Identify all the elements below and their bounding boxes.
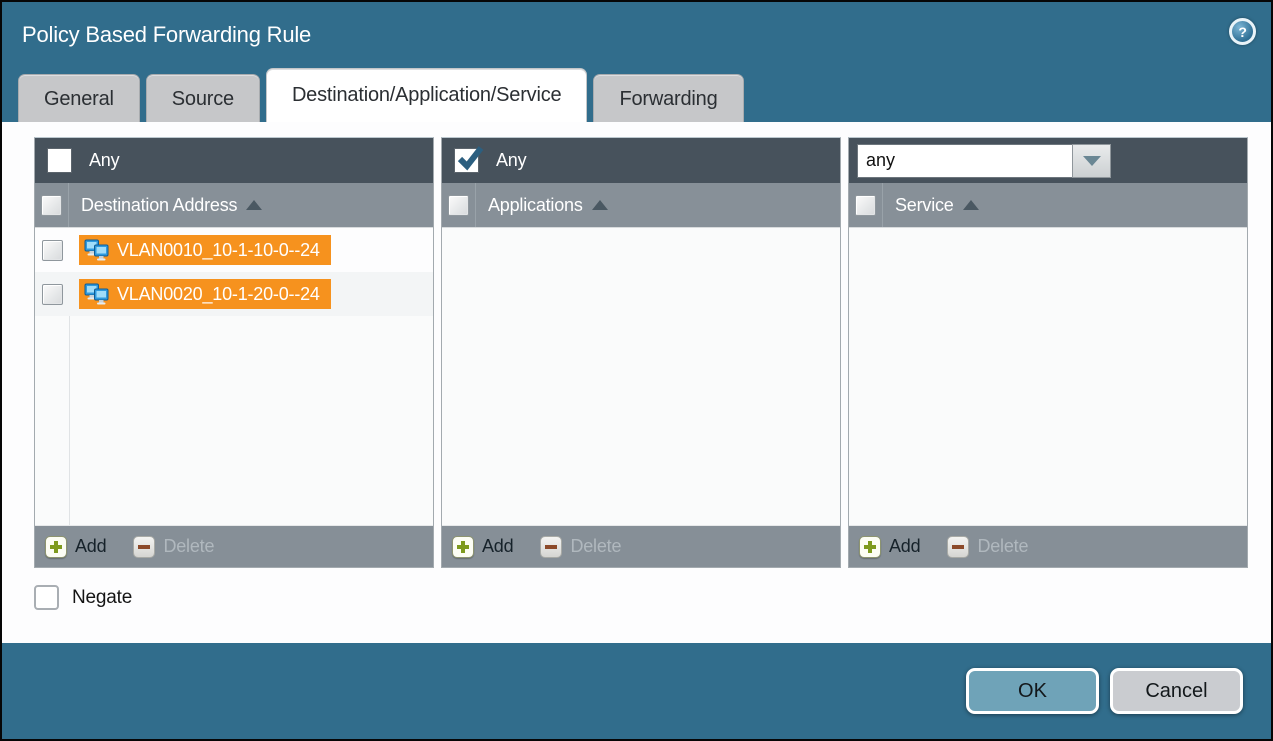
applications-any-bar: Any (442, 138, 840, 183)
cancel-button[interactable]: Cancel (1110, 668, 1243, 714)
applications-add-button[interactable]: Add (452, 536, 513, 558)
destination-any-bar: Any (35, 138, 433, 183)
destination-panel: Any Destination Address (34, 137, 434, 568)
applications-subheader: Applications (442, 183, 840, 228)
address-object-pill[interactable]: VLAN0020_10-1-20-0--24 (79, 279, 331, 309)
address-object-pill[interactable]: VLAN0010_10-1-10-0--24 (79, 235, 331, 265)
check-icon (456, 144, 484, 172)
policy-based-forwarding-dialog: Policy Based Forwarding Rule ? General S… (0, 0, 1273, 741)
tab-source[interactable]: Source (146, 74, 260, 122)
applications-any-checkbox[interactable] (454, 148, 479, 173)
service-combobox (857, 144, 1111, 178)
tab-bar: General Source Destination/Application/S… (2, 68, 1271, 122)
columns-container: Any Destination Address (34, 137, 1248, 568)
row-checkbox[interactable] (42, 284, 63, 305)
applications-panel: Any Applications Add Delete (441, 137, 841, 568)
destination-any-label: Any (89, 150, 119, 171)
destination-add-button[interactable]: Add (45, 536, 106, 558)
destination-column-header[interactable]: Destination Address (81, 195, 237, 216)
ok-button[interactable]: OK (966, 668, 1099, 714)
address-group-icon (84, 239, 109, 262)
chevron-down-icon (1083, 156, 1101, 166)
title-bar: Policy Based Forwarding Rule ? (2, 2, 1271, 68)
sort-ascending-icon[interactable] (592, 200, 608, 210)
service-toolbar: Add Delete (849, 525, 1247, 567)
service-delete-button[interactable]: Delete (947, 536, 1028, 558)
row-checkbox[interactable] (42, 240, 63, 261)
tab-content: Any Destination Address (2, 122, 1271, 643)
table-row[interactable]: VLAN0010_10-1-10-0--24 (35, 228, 433, 272)
destination-delete-button[interactable]: Delete (133, 536, 214, 558)
destination-any-checkbox[interactable] (47, 148, 72, 173)
address-group-icon (84, 283, 109, 306)
destination-list: VLAN0010_10-1-10-0--24 (35, 228, 433, 525)
service-any-bar (849, 138, 1247, 183)
tab-destination-application-service[interactable]: Destination/Application/Service (266, 68, 588, 122)
destination-toolbar: Add Delete (35, 525, 433, 567)
destination-subheader: Destination Address (35, 183, 433, 228)
applications-delete-button[interactable]: Delete (540, 536, 621, 558)
tab-forwarding[interactable]: Forwarding (593, 74, 743, 122)
service-select-all-checkbox[interactable] (855, 195, 876, 216)
service-subheader: Service (849, 183, 1247, 228)
minus-icon (133, 536, 155, 558)
minus-icon (540, 536, 562, 558)
tab-general[interactable]: General (18, 74, 140, 122)
service-dropdown-button[interactable] (1072, 144, 1111, 178)
service-list (849, 228, 1247, 525)
service-add-button[interactable]: Add (859, 536, 920, 558)
plus-icon (452, 536, 474, 558)
applications-column-header[interactable]: Applications (488, 195, 583, 216)
negate-checkbox[interactable] (34, 585, 59, 610)
table-row[interactable]: VLAN0020_10-1-20-0--24 (35, 272, 433, 316)
service-dropdown-input[interactable] (857, 144, 1072, 178)
applications-any-label: Any (496, 150, 526, 171)
sort-ascending-icon[interactable] (963, 200, 979, 210)
plus-icon (45, 536, 67, 558)
service-panel: Service Add Delete (848, 137, 1248, 568)
help-icon[interactable]: ? (1229, 18, 1256, 45)
sort-ascending-icon[interactable] (246, 200, 262, 210)
negate-row: Negate (34, 585, 1248, 610)
negate-label: Negate (72, 587, 132, 609)
applications-list (442, 228, 840, 525)
dialog-footer: OK Cancel (2, 643, 1271, 739)
service-column-header[interactable]: Service (895, 195, 954, 216)
row-label: VLAN0020_10-1-20-0--24 (117, 284, 320, 305)
destination-select-all-checkbox[interactable] (41, 195, 62, 216)
plus-icon (859, 536, 881, 558)
minus-icon (947, 536, 969, 558)
row-label: VLAN0010_10-1-10-0--24 (117, 240, 320, 261)
page-title: Policy Based Forwarding Rule (22, 22, 311, 48)
applications-select-all-checkbox[interactable] (448, 195, 469, 216)
applications-toolbar: Add Delete (442, 525, 840, 567)
